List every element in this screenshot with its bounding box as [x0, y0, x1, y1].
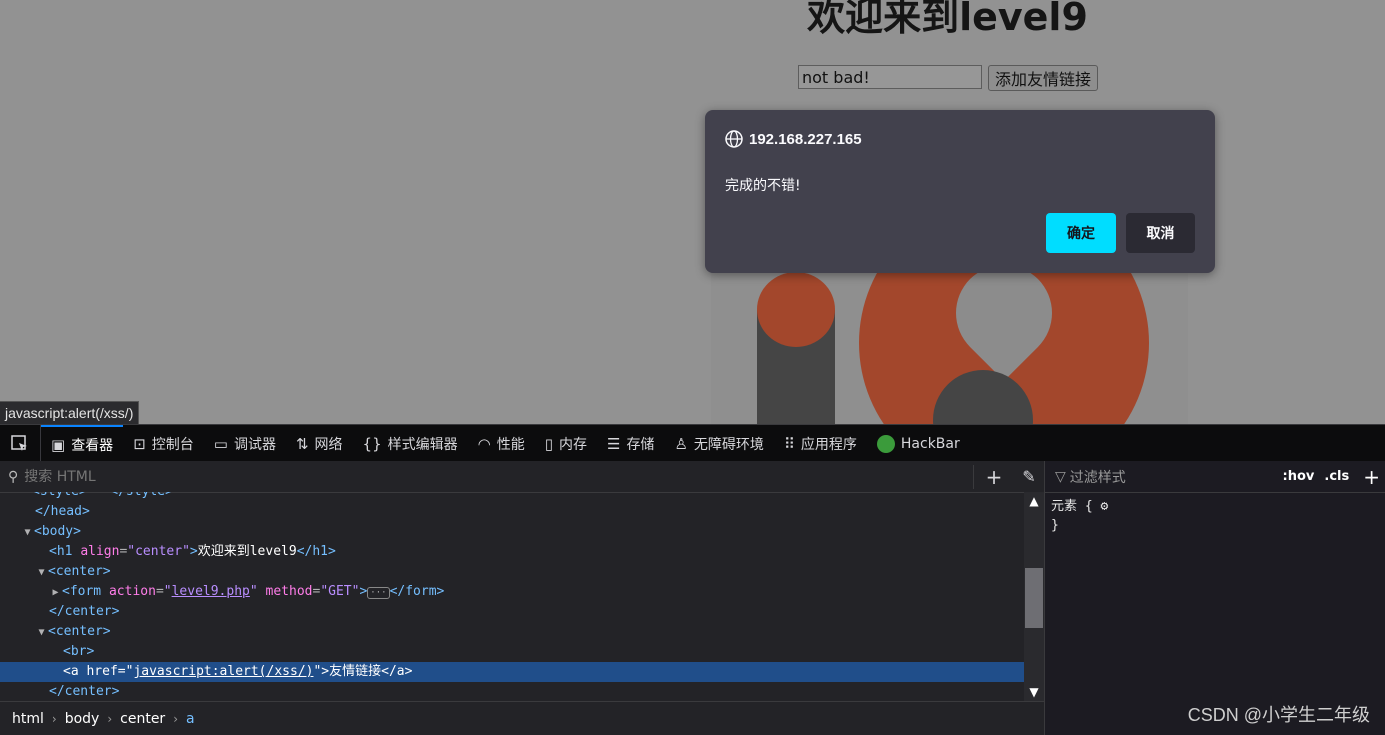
filter-icon: ▽ — [1055, 468, 1066, 485]
tree-row[interactable]: ▼ <center> — [0, 622, 1024, 642]
tab-application[interactable]: ⠿ 应用程序 — [774, 425, 867, 462]
accessibility-icon: ♙ — [674, 434, 688, 453]
add-rule-icon[interactable]: + — [1363, 465, 1380, 489]
link-form: 添加友情链接 — [798, 65, 1099, 91]
style-editor-icon: {} — [362, 434, 382, 453]
dialog-message: 完成的不错! — [725, 178, 801, 194]
tree-row[interactable]: <h1 align="center">欢迎来到level9</h1> — [0, 542, 1024, 562]
add-node-icon[interactable]: + — [973, 464, 1014, 489]
breadcrumb-a[interactable]: a — [186, 711, 195, 727]
tree-row[interactable]: <style>···</style> — [0, 492, 1024, 502]
tab-hackbar[interactable]: HackBar — [867, 425, 970, 462]
tab-inspector[interactable]: ▣ 查看器 — [41, 425, 124, 462]
tab-console[interactable]: ⊡ 控制台 — [123, 425, 204, 462]
alert-dialog: 192.168.227.165 完成的不错! 确定 取消 — [705, 110, 1215, 273]
watermark: CSDN @小学生二年级 — [1187, 705, 1370, 725]
application-icon: ⠿ — [783, 434, 795, 453]
breadcrumb-body[interactable]: body — [65, 711, 100, 727]
performance-icon: ◠ — [477, 434, 491, 453]
status-url: javascript:alert(/xss/) — [0, 401, 140, 424]
tab-debugger[interactable]: ▭ 调试器 — [204, 425, 286, 462]
console-icon: ⊡ — [133, 434, 146, 453]
eyedropper-icon[interactable]: ✎ — [1014, 467, 1044, 486]
search-icon: ⚲ — [8, 468, 19, 485]
tree-row[interactable]: </head> — [0, 502, 1024, 522]
inspector-icon: ▣ — [51, 435, 66, 454]
tab-performance[interactable]: ◠ 性能 — [468, 425, 535, 462]
hov-toggle[interactable]: :hov — [1283, 469, 1315, 484]
tab-style-editor[interactable]: {} 样式编辑器 — [353, 425, 468, 462]
globe-icon — [725, 130, 743, 148]
chevron-right-icon: › — [107, 711, 113, 726]
breadcrumb-center[interactable]: center — [120, 711, 165, 727]
web-page: 欢迎来到level9 添加友情链接 192.168.227.165 完成的不错!… — [0, 0, 1385, 424]
tab-storage[interactable]: ☰ 存储 — [597, 425, 664, 462]
keyword-input[interactable] — [798, 65, 982, 89]
filter-styles-input[interactable]: 过滤样式 — [1070, 467, 1126, 487]
hackbar-icon — [876, 434, 895, 453]
tree-row[interactable]: ▶ <form action="level9.php" method="GET">… — [0, 582, 1024, 602]
tree-row[interactable]: </center> — [0, 682, 1024, 701]
tree-row[interactable]: </center> — [0, 602, 1024, 622]
gear-icon[interactable]: ⚙ — [1100, 499, 1108, 514]
network-icon: ⇅ — [295, 434, 309, 453]
tree-row[interactable]: ▼ <center> — [0, 562, 1024, 582]
tab-accessibility[interactable]: ♙ 无障碍环境 — [664, 425, 773, 462]
rules-panel: ▽ 过滤样式 :hov .cls + 元素 { ⚙ } CSDN @小学生二年级 — [1044, 461, 1385, 735]
tab-memory[interactable]: ▯ 内存 — [535, 425, 597, 462]
search-html-input[interactable] — [18, 467, 973, 486]
devtools-toolbar: ▣ 查看器 ⊡ 控制台 ▭ 调试器 ⇅ 网络 {} 样式编辑器 ◠ 性能 ▯ 内存 ☰ 存储 ♙… — [0, 424, 1385, 462]
tree-scrollbar[interactable]: ▲ ▼ — [1024, 492, 1044, 701]
breadcrumb: html › body › center › a — [0, 701, 1044, 735]
memory-icon: ▯ — [544, 434, 553, 453]
markup-panel: ⚲ + ✎ <style>···</style> </head> ▼<body>… — [0, 461, 1044, 735]
tab-network[interactable]: ⇅ 网络 — [286, 425, 353, 462]
tree-row-selected[interactable]: <a href="javascript:alert(/xss/)">友情链接</… — [0, 662, 1024, 682]
dialog-host: 192.168.227.165 — [749, 130, 862, 148]
chevron-right-icon: › — [51, 711, 57, 726]
tree-row[interactable]: <br> — [0, 642, 1024, 662]
chevron-right-icon: › — [173, 711, 178, 726]
breadcrumb-html[interactable]: html — [12, 711, 44, 727]
page-title: 欢迎来到level9 — [807, 0, 1088, 39]
scroll-down-icon[interactable]: ▼ — [1024, 685, 1044, 699]
scroll-thumb[interactable] — [1025, 568, 1043, 628]
element-rule: 元素 { ⚙ } — [1051, 499, 1109, 533]
dom-tree[interactable]: <style>···</style> </head> ▼<body> <h1 a… — [0, 492, 1024, 701]
level-image — [711, 250, 1188, 424]
cls-toggle[interactable]: .cls — [1324, 469, 1349, 484]
storage-icon: ☰ — [606, 434, 621, 453]
cancel-button[interactable]: 取消 — [1126, 213, 1195, 253]
scroll-up-icon[interactable]: ▲ — [1024, 494, 1044, 508]
ok-button[interactable]: 确定 — [1046, 213, 1116, 253]
tree-row[interactable]: ▼ <body> — [0, 522, 1024, 542]
element-picker-icon[interactable] — [0, 425, 41, 462]
debugger-icon: ▭ — [213, 434, 228, 453]
add-link-button[interactable]: 添加友情链接 — [988, 65, 1099, 91]
